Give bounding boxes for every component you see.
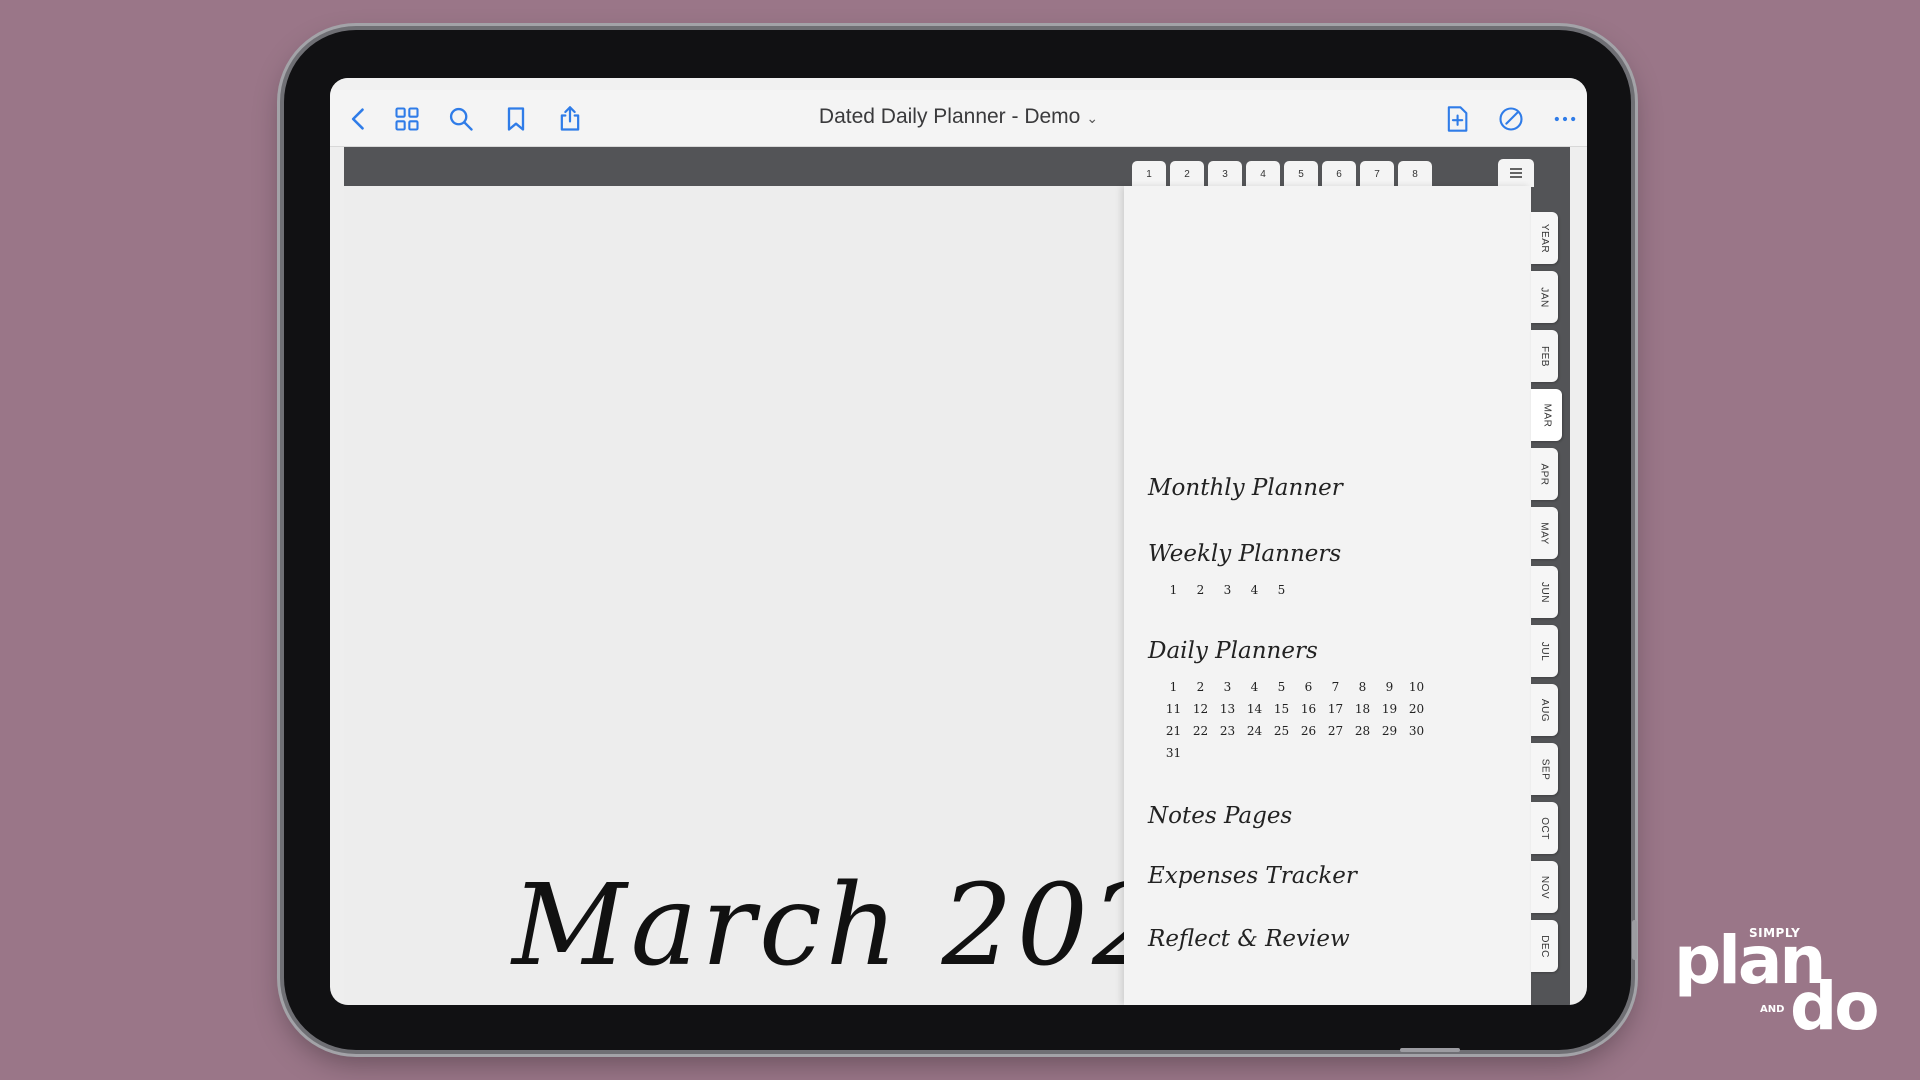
tablet-screen: Dated Daily Planner - Demo ⌄ 1 2 3 4 5 6 … (330, 78, 1587, 1005)
month-tab-label: YEAR (1539, 223, 1551, 253)
week-link[interactable]: 3 (1214, 581, 1241, 599)
month-tab-label: OCT (1538, 816, 1550, 840)
day-link[interactable]: 20 (1403, 700, 1430, 718)
month-tab-label: JUL (1538, 641, 1550, 661)
weekly-number-grid: 1 2 3 4 5 (1160, 581, 1295, 599)
number-tab[interactable]: 4 (1246, 161, 1280, 187)
day-link[interactable]: 30 (1403, 722, 1430, 740)
day-link[interactable]: 27 (1322, 722, 1349, 740)
month-tab-nov[interactable]: NOV (1531, 861, 1558, 913)
day-link[interactable]: 4 (1241, 678, 1268, 696)
day-link[interactable]: 13 (1214, 700, 1241, 718)
day-link[interactable]: 18 (1349, 700, 1376, 718)
day-link[interactable]: 6 (1295, 678, 1322, 696)
add-page-icon[interactable] (1442, 104, 1472, 134)
document-title: Dated Daily Planner - Demo (818, 105, 1081, 128)
chevron-down-icon: ⌄ (1086, 110, 1099, 126)
month-tab-label: AUG (1538, 698, 1550, 722)
month-tab-label: DEC (1539, 934, 1550, 958)
month-tab-label: MAR (1540, 403, 1552, 427)
status-bar (330, 78, 1587, 90)
month-tab-aug[interactable]: AUG (1531, 684, 1558, 736)
pen-icon[interactable] (1496, 104, 1526, 134)
day-link[interactable]: 1 (1160, 678, 1187, 696)
month-tab-label: JAN (1539, 286, 1550, 308)
day-link[interactable]: 8 (1349, 678, 1376, 696)
day-link[interactable]: 12 (1187, 700, 1214, 718)
day-link[interactable]: 2 (1187, 678, 1214, 696)
day-link[interactable]: 21 (1160, 722, 1187, 740)
number-tab[interactable]: 2 (1170, 161, 1204, 187)
day-link[interactable]: 16 (1295, 700, 1322, 718)
month-tab-jan[interactable]: JAN (1531, 271, 1558, 323)
month-tab-label: APR (1539, 462, 1550, 486)
notes-pages-link[interactable]: Notes Pages (1148, 803, 1292, 829)
monthly-planner-link[interactable]: Monthly Planner (1148, 475, 1343, 501)
day-link[interactable]: 17 (1322, 700, 1349, 718)
month-tab-dec[interactable]: DEC (1531, 920, 1558, 972)
day-link[interactable]: 5 (1268, 678, 1295, 696)
volume-button (1632, 920, 1637, 960)
logo-do-text: do (1790, 968, 1880, 1045)
month-tab-oct[interactable]: OCT (1531, 802, 1558, 854)
month-tab-jul[interactable]: JUL (1531, 625, 1558, 677)
number-tab[interactable]: 3 (1208, 161, 1242, 187)
week-link[interactable]: 4 (1241, 581, 1268, 599)
month-tab-label: JUN (1538, 581, 1550, 603)
month-tab-may[interactable]: MAY (1531, 507, 1558, 559)
left-page: March 2021 (344, 186, 1238, 1005)
month-tab-label: MAY (1539, 521, 1550, 545)
day-link[interactable]: 11 (1160, 700, 1187, 718)
menu-icon (1510, 168, 1522, 178)
day-link[interactable]: 25 (1268, 722, 1295, 740)
day-link[interactable]: 9 (1376, 678, 1403, 696)
day-link[interactable]: 24 (1241, 722, 1268, 740)
number-tabs: 1 2 3 4 5 6 7 8 (1132, 161, 1436, 187)
day-link[interactable]: 23 (1214, 722, 1241, 740)
month-tab-jun[interactable]: JUN (1531, 566, 1558, 618)
month-tab-label: NOV (1538, 875, 1550, 899)
weekly-planners-link[interactable]: Weekly Planners (1148, 541, 1341, 567)
day-link[interactable]: 28 (1349, 722, 1376, 740)
week-link[interactable]: 5 (1268, 581, 1295, 599)
number-tab[interactable]: 5 (1284, 161, 1318, 187)
right-page: Monthly Planner Weekly Planners 1 2 3 4 … (1124, 186, 1531, 1005)
day-link[interactable]: 29 (1376, 722, 1403, 740)
day-link[interactable]: 10 (1403, 678, 1430, 696)
document-title-menu[interactable]: Dated Daily Planner - Demo ⌄ (330, 105, 1587, 129)
day-link[interactable]: 15 (1268, 700, 1295, 718)
number-tab[interactable]: 8 (1398, 161, 1432, 187)
month-tab-apr[interactable]: APR (1531, 448, 1558, 500)
day-link[interactable]: 26 (1295, 722, 1322, 740)
week-link[interactable]: 1 (1160, 581, 1187, 599)
daily-number-grid: 1 2 3 4 5 6 7 8 9 10 11 12 13 14 15 16 1… (1160, 678, 1430, 762)
day-link[interactable]: 3 (1214, 678, 1241, 696)
document-viewer: 1 2 3 4 5 6 7 8 March 2021 Monthly Plann… (344, 147, 1570, 1005)
month-tab-year[interactable]: YEAR (1531, 212, 1558, 264)
day-link[interactable]: 19 (1376, 700, 1403, 718)
month-tab-feb[interactable]: FEB (1531, 330, 1558, 382)
day-link[interactable]: 31 (1160, 744, 1187, 762)
month-tab-label: FEB (1538, 345, 1550, 367)
reflect-review-link[interactable]: Reflect & Review (1148, 926, 1350, 952)
number-tab[interactable]: 7 (1360, 161, 1394, 187)
daily-planners-link[interactable]: Daily Planners (1148, 638, 1318, 664)
expenses-tracker-link[interactable]: Expenses Tracker (1148, 863, 1357, 889)
menu-tab[interactable] (1498, 159, 1534, 187)
power-button (1400, 1048, 1460, 1052)
month-tab-mar[interactable]: MAR (1531, 389, 1562, 441)
simply-plan-and-do-logo: SIMPLY plan AND do (1672, 920, 1884, 1050)
month-tabs: YEAR JAN FEB MAR APR MAY JUN JUL AUG SEP… (1531, 212, 1562, 979)
number-tab[interactable]: 6 (1322, 161, 1356, 187)
week-link[interactable]: 2 (1187, 581, 1214, 599)
month-tab-label: SEP (1538, 758, 1550, 780)
month-tab-sep[interactable]: SEP (1531, 743, 1558, 795)
logo-and-text: AND (1760, 1004, 1785, 1015)
top-navigation-bar: Dated Daily Planner - Demo ⌄ (330, 90, 1587, 147)
more-icon[interactable] (1550, 104, 1580, 134)
day-link[interactable]: 7 (1322, 678, 1349, 696)
day-link[interactable]: 22 (1187, 722, 1214, 740)
day-link[interactable]: 14 (1241, 700, 1268, 718)
number-tab[interactable]: 1 (1132, 161, 1166, 187)
